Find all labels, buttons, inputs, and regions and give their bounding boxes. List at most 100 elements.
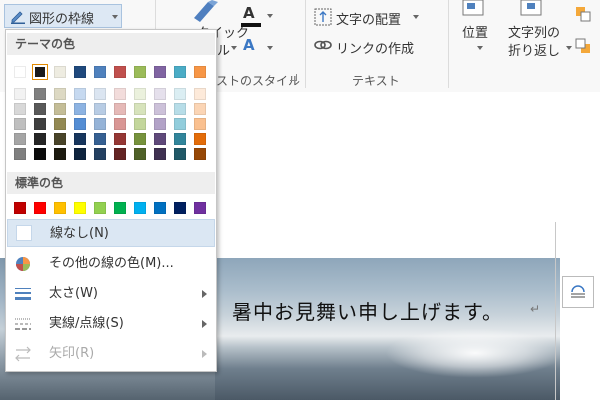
text-fill-icon[interactable]: A: [243, 4, 255, 22]
no-outline-item[interactable]: 線なし(N): [7, 219, 215, 247]
theme-shade-swatch[interactable]: [34, 148, 46, 160]
theme-shade-swatch[interactable]: [14, 118, 26, 130]
standard-color-swatch[interactable]: [174, 202, 186, 214]
theme-shade-swatch[interactable]: [94, 88, 106, 100]
theme-shade-swatch[interactable]: [134, 148, 146, 160]
theme-shade-swatch[interactable]: [14, 148, 26, 160]
theme-shade-swatch[interactable]: [194, 133, 206, 145]
standard-color-swatch[interactable]: [134, 202, 146, 214]
position-icon[interactable]: [462, 0, 484, 16]
theme-shade-swatch[interactable]: [114, 103, 126, 115]
theme-shade-swatch[interactable]: [74, 118, 86, 130]
theme-shade-swatch[interactable]: [154, 133, 166, 145]
theme-color-swatch[interactable]: [74, 66, 86, 78]
chevron-down-icon[interactable]: [267, 14, 273, 18]
theme-shade-swatch[interactable]: [154, 148, 166, 160]
theme-shade-swatch[interactable]: [114, 148, 126, 160]
position-label[interactable]: 位置: [462, 22, 488, 41]
theme-shade-swatch[interactable]: [94, 103, 106, 115]
more-colors-item[interactable]: その他の線の色(M)...: [7, 250, 215, 278]
theme-shade-swatch[interactable]: [54, 133, 66, 145]
dashes-item[interactable]: 実線/点線(S): [7, 310, 215, 338]
theme-shade-swatch[interactable]: [134, 118, 146, 130]
theme-shade-swatch[interactable]: [174, 88, 186, 100]
theme-shade-swatch[interactable]: [54, 103, 66, 115]
link-icon[interactable]: [314, 39, 332, 51]
theme-shade-swatch[interactable]: [154, 103, 166, 115]
shape-outline-button[interactable]: 図形の枠線: [4, 4, 122, 28]
theme-color-swatch[interactable]: [174, 66, 186, 78]
theme-shade-swatch[interactable]: [94, 118, 106, 130]
chevron-down-icon[interactable]: [231, 46, 237, 50]
theme-shade-swatch[interactable]: [134, 103, 146, 115]
standard-color-swatch[interactable]: [94, 202, 106, 214]
theme-shade-swatch[interactable]: [74, 133, 86, 145]
weight-item[interactable]: 太さ(W): [7, 280, 215, 308]
standard-color-swatch[interactable]: [114, 202, 126, 214]
theme-shade-swatch[interactable]: [174, 133, 186, 145]
standard-color-swatch[interactable]: [34, 202, 46, 214]
quick-styles-label-2[interactable]: ル: [217, 40, 230, 59]
wrap-text-label-2[interactable]: 折り返し: [508, 40, 560, 59]
theme-shade-swatch[interactable]: [34, 88, 46, 100]
standard-color-swatch[interactable]: [54, 202, 66, 214]
text-outline-icon[interactable]: A: [243, 36, 255, 54]
standard-color-swatch[interactable]: [14, 202, 26, 214]
theme-shade-swatch[interactable]: [194, 103, 206, 115]
theme-shade-swatch[interactable]: [74, 88, 86, 100]
theme-shade-swatch[interactable]: [94, 148, 106, 160]
text-direction-label[interactable]: 文字の配置: [336, 9, 401, 28]
theme-color-swatch[interactable]: [194, 66, 206, 78]
wrap-text-icon[interactable]: [520, 0, 542, 16]
theme-shade-swatch[interactable]: [114, 133, 126, 145]
standard-color-swatch[interactable]: [194, 202, 206, 214]
theme-shade-swatch[interactable]: [94, 133, 106, 145]
theme-color-swatch[interactable]: [154, 66, 166, 78]
layout-options-button[interactable]: [562, 276, 594, 308]
chevron-down-icon[interactable]: [413, 15, 419, 19]
theme-shade-swatch[interactable]: [74, 103, 86, 115]
theme-shade-swatch[interactable]: [174, 118, 186, 130]
theme-shade-swatch[interactable]: [174, 103, 186, 115]
background-photo[interactable]: [215, 258, 560, 400]
theme-shade-swatch[interactable]: [114, 88, 126, 100]
theme-color-swatch[interactable]: [54, 66, 66, 78]
bring-forward-icon[interactable]: [575, 6, 591, 22]
theme-shade-swatch[interactable]: [14, 103, 26, 115]
theme-shade-swatch[interactable]: [34, 118, 46, 130]
theme-shade-swatch[interactable]: [174, 148, 186, 160]
theme-shade-swatch[interactable]: [54, 148, 66, 160]
theme-shade-swatch[interactable]: [34, 133, 46, 145]
theme-shade-swatch[interactable]: [74, 148, 86, 160]
theme-shade-swatch[interactable]: [154, 88, 166, 100]
theme-color-swatch[interactable]: [134, 66, 146, 78]
wrap-text-label-1[interactable]: 文字列の: [508, 22, 560, 41]
theme-color-swatch[interactable]: [32, 64, 48, 80]
theme-shade-swatch[interactable]: [134, 88, 146, 100]
theme-color-swatch[interactable]: [94, 66, 106, 78]
text-direction-icon[interactable]: [314, 8, 332, 26]
theme-shade-swatch[interactable]: [154, 118, 166, 130]
chevron-down-icon[interactable]: [267, 46, 273, 50]
quick-styles-icon[interactable]: [190, 0, 222, 22]
theme-shade-swatch[interactable]: [134, 133, 146, 145]
document-heading[interactable]: 暑中お見舞い申し上げます。: [232, 296, 503, 325]
chevron-down-icon[interactable]: [566, 46, 572, 50]
theme-shade-swatch[interactable]: [114, 118, 126, 130]
theme-color-swatch[interactable]: [114, 66, 126, 78]
theme-color-swatch[interactable]: [14, 66, 26, 78]
theme-shade-swatch[interactable]: [14, 88, 26, 100]
standard-color-swatch[interactable]: [154, 202, 166, 214]
theme-shade-swatch[interactable]: [194, 118, 206, 130]
chevron-down-icon[interactable]: [477, 46, 483, 50]
theme-shade-swatch[interactable]: [194, 88, 206, 100]
send-backward-icon[interactable]: [575, 38, 591, 54]
theme-shade-swatch[interactable]: [194, 148, 206, 160]
theme-shade-swatch[interactable]: [34, 103, 46, 115]
theme-shade-swatch[interactable]: [14, 133, 26, 145]
standard-color-swatch[interactable]: [74, 202, 86, 214]
create-link-label[interactable]: リンクの作成: [336, 38, 414, 57]
theme-shade-swatch[interactable]: [54, 118, 66, 130]
dialog-launcher-icon[interactable]: [290, 74, 297, 81]
theme-shade-swatch[interactable]: [54, 88, 66, 100]
